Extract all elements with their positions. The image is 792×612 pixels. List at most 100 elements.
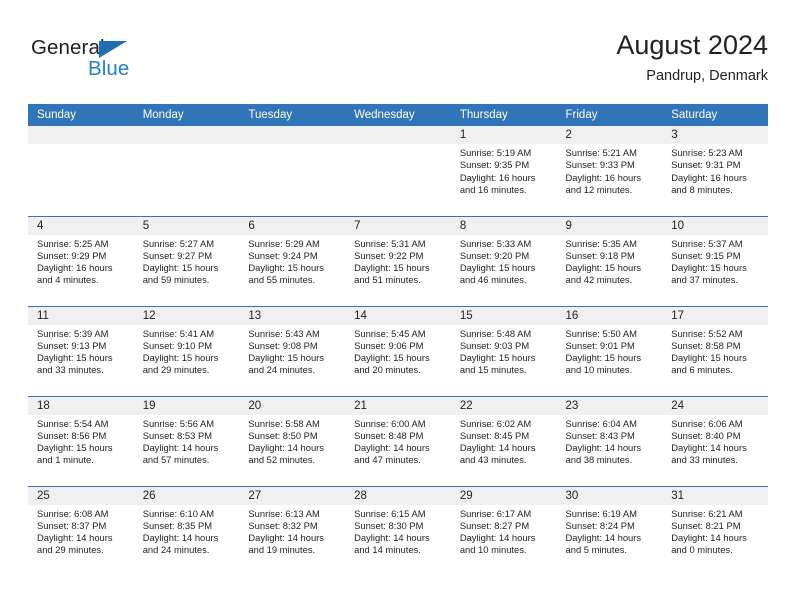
day-detail-line: Sunset: 9:33 PM	[565, 159, 635, 171]
calendar-day-cell[interactable]: 31 Sunrise: 6:21 AM Sunset: 8:21 PM Dayligh…	[662, 485, 768, 576]
day-detail-line: Sunset: 9:24 PM	[248, 249, 318, 261]
calendar-day-cell[interactable]: 1 Sunrise: 5:19 AM Sunset: 9:35 PM Daylight…	[450, 126, 557, 216]
day-detail-line: and 8 minutes.	[671, 183, 733, 195]
weekday-header-thursday: Thursday	[450, 104, 557, 126]
calendar-day-cell[interactable]: 18 Sunrise: 5:54 AM Sunset: 8:56 PM Dayligh…	[28, 395, 134, 486]
day-detail-line: Sunrise: 5:21 AM	[565, 147, 637, 158]
calendar-empty-cell	[239, 126, 346, 216]
calendar-day-cell[interactable]: 25 Sunrise: 6:08 AM Sunset: 8:37 PM Dayligh…	[28, 485, 134, 576]
day-detail-line: Sunrise: 5:54 AM	[37, 417, 109, 429]
calendar-header-row: Sunday Monday Tuesday Wednesday Thursday…	[28, 104, 768, 126]
calendar-day-cell[interactable]: 23 Sunrise: 6:04 AM Sunset: 8:43 PM Dayligh…	[556, 395, 663, 486]
calendar-day-cell[interactable]: 5 Sunrise: 5:27 AM Sunset: 9:27 PM Daylight…	[133, 215, 240, 306]
day-number: 12	[133, 306, 240, 325]
day-detail-line: and 38 minutes.	[565, 454, 633, 466]
calendar-day-cell[interactable]: 29 Sunrise: 6:17 AM Sunset: 8:27 PM Dayligh…	[450, 485, 557, 576]
calendar-day-cell[interactable]: 20 Sunrise: 5:58 AM Sunset: 8:50 PM Dayligh…	[239, 395, 346, 486]
calendar-day-cell[interactable]: 24 Sunrise: 6:06 AM Sunset: 8:40 PM Dayligh…	[662, 395, 768, 486]
day-detail-line: Daylight: 15 hours	[248, 352, 324, 364]
day-detail-line: Daylight: 15 hours	[37, 352, 113, 364]
day-sun-details: Sunrise: 5:39 AM Sunset: 9:13 PM Daylight:…	[28, 325, 134, 377]
day-detail-line: and 12 minutes.	[565, 183, 633, 195]
calendar-day-cell[interactable]: 10 Sunrise: 5:37 AM Sunset: 9:15 PM Dayligh…	[662, 215, 768, 306]
day-detail-line: Sunset: 9:22 PM	[354, 249, 424, 261]
calendar-day-cell[interactable]: 9 Sunrise: 5:35 AM Sunset: 9:18 PM Daylight…	[556, 215, 663, 306]
calendar-day-cell[interactable]: 11 Sunrise: 5:39 AM Sunset: 9:13 PM Dayligh…	[28, 305, 134, 396]
day-number: 17	[662, 306, 768, 325]
day-detail-line: and 57 minutes.	[142, 454, 210, 466]
day-sun-details: Sunrise: 6:13 AM Sunset: 8:32 PM Daylight:…	[239, 505, 345, 557]
calendar-day-cell[interactable]: 16 Sunrise: 5:50 AM Sunset: 9:01 PM Dayligh…	[556, 305, 663, 396]
calendar-day-cell[interactable]: 30 Sunrise: 6:19 AM Sunset: 8:24 PM Dayligh…	[556, 485, 663, 576]
day-detail-line: Sunrise: 5:25 AM	[37, 237, 109, 249]
day-detail-line: and 43 minutes.	[459, 454, 527, 466]
day-detail-line: Sunrise: 6:10 AM	[142, 507, 215, 519]
day-detail-line: Daylight: 15 hours	[142, 352, 219, 364]
calendar-day-cell[interactable]: 13 Sunrise: 5:43 AM Sunset: 9:08 PM Dayligh…	[239, 305, 346, 396]
calendar-day-cell[interactable]: 7 Sunrise: 5:31 AM Sunset: 9:22 PM Daylight…	[345, 215, 451, 306]
weekday-header-tuesday: Tuesday	[239, 104, 346, 126]
calendar-day-cell[interactable]: 22 Sunrise: 6:02 AM Sunset: 8:45 PM Dayligh…	[450, 395, 557, 486]
day-sun-details: Sunrise: 6:17 AM Sunset: 8:27 PM Daylight:…	[451, 505, 557, 557]
calendar-day-cell[interactable]: 14 Sunrise: 5:45 AM Sunset: 9:06 PM Dayligh…	[345, 305, 451, 396]
calendar-day-cell[interactable]: 4 Sunrise: 5:25 AM Sunset: 9:29 PM Daylight…	[28, 215, 134, 306]
day-detail-line: Daylight: 16 hours	[459, 171, 536, 183]
calendar-day-cell[interactable]: 12 Sunrise: 5:41 AM Sunset: 9:10 PM Dayligh…	[133, 305, 240, 396]
day-detail-line: and 24 minutes.	[248, 364, 316, 376]
day-detail-line: and 5 minutes.	[565, 544, 628, 556]
day-detail-line: Sunrise: 6:15 AM	[354, 507, 426, 519]
calendar-week-row: 25 Sunrise: 6:08 AM Sunset: 8:37 PM Dayligh…	[28, 485, 768, 576]
day-number: 25	[28, 486, 134, 505]
day-sun-details: Sunrise: 5:21 AM Sunset: 9:33 PM Daylight:…	[557, 144, 663, 196]
day-detail-line: and 51 minutes.	[354, 274, 421, 286]
day-detail-line: Sunrise: 5:52 AM	[671, 327, 743, 339]
calendar-day-cell[interactable]: 26 Sunrise: 6:10 AM Sunset: 8:35 PM Dayligh…	[133, 485, 240, 576]
day-detail-line: Daylight: 15 hours	[354, 262, 430, 274]
day-sun-details: Sunrise: 6:06 AM Sunset: 8:40 PM Daylight:…	[662, 415, 768, 467]
day-detail-line: Daylight: 14 hours	[248, 532, 324, 544]
day-sun-details: Sunrise: 6:15 AM Sunset: 8:30 PM Daylight:…	[345, 505, 451, 557]
calendar-day-cell[interactable]: 2 Sunrise: 5:21 AM Sunset: 9:33 PM Daylight…	[556, 126, 663, 216]
day-detail-line: and 1 minute.	[37, 454, 94, 466]
calendar-day-cell[interactable]: 27 Sunrise: 6:13 AM Sunset: 8:32 PM Dayligh…	[239, 485, 346, 576]
calendar-day-cell[interactable]: 19 Sunrise: 5:56 AM Sunset: 8:53 PM Dayligh…	[133, 395, 240, 486]
brand-logo[interactable]: General Blue	[31, 36, 171, 88]
calendar-day-cell[interactable]: 3 Sunrise: 5:23 AM Sunset: 9:31 PM Daylight…	[662, 126, 768, 216]
day-sun-details: Sunrise: 5:25 AM Sunset: 9:29 PM Daylight:…	[28, 235, 134, 287]
day-detail-line: Daylight: 15 hours	[248, 262, 324, 274]
day-detail-line: Daylight: 14 hours	[142, 442, 219, 454]
day-detail-line: Daylight: 14 hours	[354, 442, 430, 454]
calendar-day-cell[interactable]: 28 Sunrise: 6:15 AM Sunset: 8:30 PM Dayligh…	[345, 485, 451, 576]
day-detail-line: Sunset: 8:58 PM	[671, 339, 741, 351]
day-detail-line: and 24 minutes.	[142, 544, 210, 556]
day-detail-line: Sunrise: 5:35 AM	[565, 237, 637, 249]
day-detail-line: Sunset: 9:01 PM	[565, 339, 635, 351]
weekday-header-monday: Monday	[133, 104, 240, 126]
day-detail-line: Sunset: 8:32 PM	[248, 519, 318, 531]
calendar-body: 1 Sunrise: 5:19 AM Sunset: 9:35 PM Daylight…	[28, 126, 768, 576]
day-detail-line: Sunset: 9:06 PM	[354, 339, 424, 351]
day-detail-line: Daylight: 15 hours	[459, 262, 536, 274]
day-detail-line: Daylight: 15 hours	[565, 262, 642, 274]
day-detail-line: and 59 minutes.	[142, 274, 210, 286]
triangle-icon	[99, 40, 127, 58]
day-detail-line: Sunrise: 6:08 AM	[37, 507, 109, 519]
calendar-day-cell[interactable]: 17 Sunrise: 5:52 AM Sunset: 8:58 PM Dayligh…	[662, 305, 768, 396]
calendar-day-cell[interactable]: 15 Sunrise: 5:48 AM Sunset: 9:03 PM Dayligh…	[450, 305, 557, 396]
day-detail-line: Sunset: 8:45 PM	[459, 429, 530, 441]
day-sun-details: Sunrise: 5:33 AM Sunset: 9:20 PM Daylight:…	[451, 235, 557, 287]
calendar-day-cell[interactable]: 21 Sunrise: 6:00 AM Sunset: 8:48 PM Dayligh…	[345, 395, 451, 486]
day-number: 20	[239, 396, 346, 415]
day-detail-line: Sunrise: 6:21 AM	[671, 507, 743, 519]
day-sun-details: Sunrise: 5:35 AM Sunset: 9:18 PM Daylight:…	[557, 235, 663, 287]
day-number: 5	[133, 216, 240, 235]
calendar-day-cell[interactable]: 6 Sunrise: 5:29 AM Sunset: 9:24 PM Daylight…	[239, 215, 346, 306]
day-detail-line: Sunrise: 6:02 AM	[459, 417, 532, 429]
day-detail-line: and 0 minutes.	[671, 544, 733, 556]
day-detail-line: and 52 minutes.	[248, 454, 316, 466]
day-sun-details: Sunrise: 5:19 AM Sunset: 9:35 PM Daylight:…	[451, 144, 557, 196]
day-number: 8	[450, 216, 557, 235]
day-number: 23	[556, 396, 663, 415]
day-sun-details: Sunrise: 5:45 AM Sunset: 9:06 PM Daylight:…	[345, 325, 451, 377]
calendar-day-cell[interactable]: 8 Sunrise: 5:33 AM Sunset: 9:20 PM Daylight…	[450, 215, 557, 306]
